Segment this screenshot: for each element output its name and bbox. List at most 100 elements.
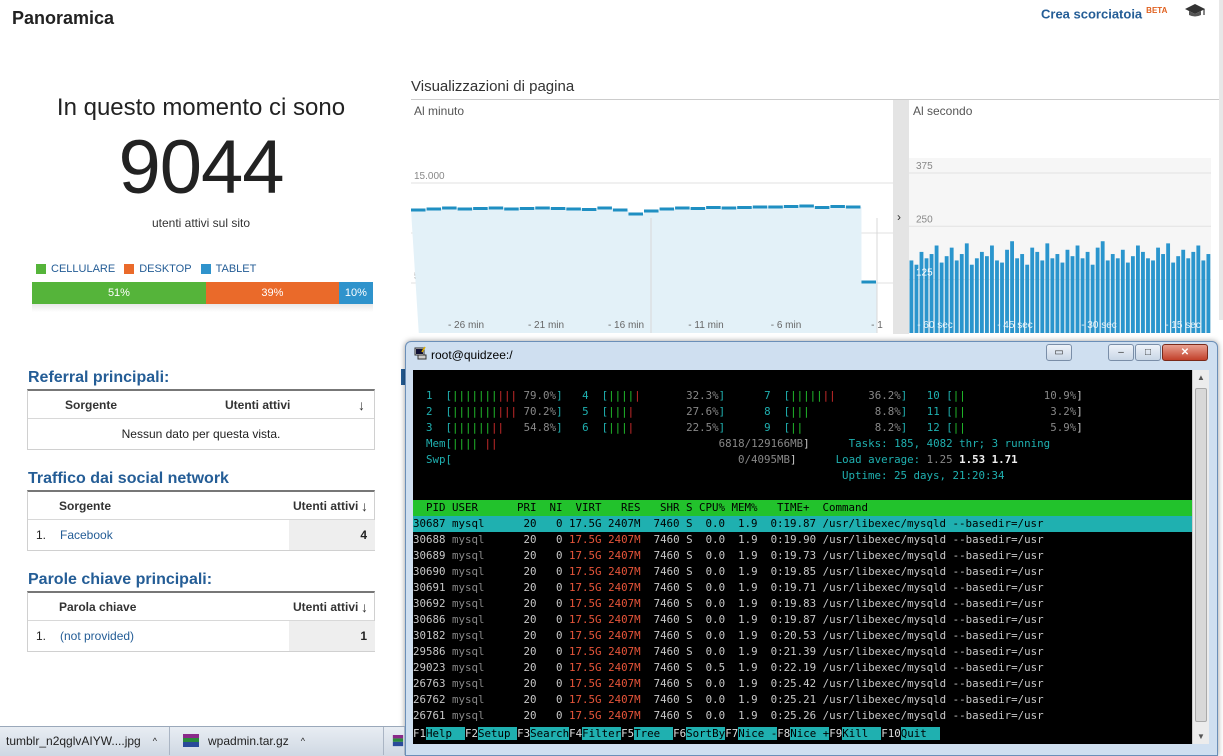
table-row: 1. Facebook 4 — [28, 520, 375, 550]
archive-icon — [392, 735, 404, 747]
process-row: 30689 mysql 20 0 17.5G 2407M 7460 S 0.0 … — [413, 549, 1044, 562]
chart-divider — [411, 99, 1219, 100]
second-bar — [1201, 260, 1206, 333]
second-bar — [1206, 254, 1211, 333]
second-bar — [1125, 262, 1130, 333]
x-tick-label: - 45 sec — [997, 320, 1033, 331]
second-bar — [1035, 251, 1040, 333]
x-tick-label: - 16 min — [608, 320, 644, 331]
swap-meter: Swp[ 0/4095MB] Load average: 1.25 1.53 1… — [413, 453, 1018, 466]
process-row: 30692 mysql 20 0 17.5G 2407M 7460 S 0.0 … — [413, 597, 1044, 610]
process-row: 30687 mysql 20 0 17.5G 2407M 7460 S 0.0 … — [413, 516, 1192, 532]
per-second-label: Al secondo — [913, 104, 973, 118]
scroll-down-icon[interactable]: ▼ — [1197, 732, 1205, 741]
second-bar — [1136, 245, 1140, 333]
x-tick-label: - 1 — [871, 320, 883, 331]
second-bar — [964, 243, 969, 333]
memory-meter: Mem[|||| || 6818/129166MB] Tasks: 185, 4… — [413, 437, 1051, 450]
y-tick-label: 125 — [916, 268, 933, 279]
terminal-scrollbar[interactable]: ▲ ▼ — [1192, 370, 1209, 744]
row-value: 4 — [289, 520, 375, 550]
graduation-cap-icon[interactable] — [1184, 2, 1206, 20]
second-bar — [985, 256, 989, 333]
second-bar — [979, 251, 984, 333]
realtime-heading: In questo momento ci sono — [56, 94, 346, 121]
per-minute-label: Al minuto — [414, 104, 465, 118]
second-bar — [1045, 243, 1050, 333]
process-row: 30182 mysql 20 0 17.5G 2407M 7460 S 0.0 … — [413, 629, 1044, 642]
process-row: 30690 mysql 20 0 17.5G 2407M 7460 S 0.0 … — [413, 565, 1044, 578]
x-tick-label: - 11 min — [688, 320, 723, 331]
table-header: Sorgente Utenti attivi ↓ — [28, 391, 374, 419]
create-shortcut-link[interactable]: Crea scorciatoia BETA — [1041, 6, 1167, 21]
col-active-users: Utenti attivi — [225, 397, 291, 412]
taskbar-item-image[interactable]: tumblr_n2qglvAIYW....jpg ^ — [0, 727, 170, 755]
table-header: Sorgente Utenti attivi ↓ — [28, 492, 374, 520]
device-legend: CELLULARE DESKTOP TABLET — [36, 263, 256, 275]
keywords-table: Parola chiave Utenti attivi ↓ 1. (not pr… — [27, 591, 375, 652]
restore-icon[interactable]: ▭ — [1046, 344, 1072, 361]
table-row: 1. (not provided) 1 — [28, 621, 375, 651]
second-bar — [974, 258, 979, 333]
second-bar — [1141, 251, 1145, 333]
close-button[interactable]: ✕ — [1162, 344, 1208, 361]
col-active-users: Utenti attivi — [293, 599, 359, 614]
process-row: 30688 mysql 20 0 17.5G 2407M 7460 S 0.0 … — [413, 533, 1044, 546]
active-users-count: 9044 — [118, 125, 284, 210]
putty-icon — [414, 346, 427, 360]
col-keyword: Parola chiave — [59, 599, 137, 614]
social-table: Sorgente Utenti attivi ↓ 1. Facebook 4 — [27, 490, 375, 551]
plot-background — [909, 158, 1211, 333]
chevron-up-icon[interactable]: ^ — [301, 736, 305, 746]
y-tick-label: 15.000 — [414, 171, 445, 182]
share-bar-shadow — [32, 304, 373, 312]
create-shortcut-label: Crea scorciatoia — [1041, 6, 1143, 22]
scroll-thumb[interactable] — [1195, 388, 1207, 722]
legend-item-tablet: TABLET — [200, 263, 256, 275]
x-tick-label: - 60 sec — [917, 320, 953, 331]
sort-arrow-icon[interactable]: ↓ — [358, 391, 365, 418]
scroll-up-icon[interactable]: ▲ — [1197, 373, 1205, 382]
second-bar — [1055, 254, 1060, 333]
col-source: Sorgente — [59, 498, 112, 513]
share-segment-desktop: 39% — [205, 282, 339, 304]
pageviews-chart-title: Visualizzazioni di pagina — [411, 78, 575, 95]
share-segment-mobile: 51% — [32, 282, 206, 304]
second-bar — [1060, 262, 1065, 333]
second-bar — [1070, 256, 1075, 333]
terminal-screen[interactable]: 1 [|||||||||| 79.0%] 4 [||||| 32.3%] 7 [… — [413, 370, 1192, 744]
cpu-meter-row: 1 [|||||||||| 79.0%] 4 [||||| 32.3%] 7 [… — [413, 389, 1083, 402]
not-provided-link[interactable]: (not provided) — [60, 621, 134, 651]
referral-table: Sorgente Utenti attivi ↓ Nessun dato per… — [27, 389, 375, 450]
chevron-right-icon[interactable]: › — [897, 210, 901, 224]
active-users-subtitle: utenti attivi sul sito — [151, 216, 251, 230]
panel-divider — [893, 100, 909, 334]
sort-arrow-icon[interactable]: ↓ — [361, 492, 368, 519]
facebook-link[interactable]: Facebook — [60, 520, 113, 550]
sort-arrow-icon[interactable]: ↓ — [361, 593, 368, 620]
legend-item-desktop: DESKTOP — [124, 263, 192, 275]
minimize-button[interactable]: – — [1108, 344, 1134, 361]
second-bar — [1151, 260, 1155, 333]
taskbar-item-label: tumblr_n2qglvAIYW....jpg — [6, 734, 141, 748]
process-row: 26763 mysql 20 0 17.5G 2407M 7460 S 0.0 … — [413, 677, 1044, 690]
second-bar — [954, 260, 959, 333]
taskbar-item-archive-2[interactable] — [386, 727, 405, 755]
page-scrollbar[interactable] — [1219, 0, 1223, 320]
maximize-button[interactable]: □ — [1135, 344, 1161, 361]
per-minute-chart: 15.00010.0005.000- 26 min- 21 min- 16 mi… — [411, 171, 893, 333]
social-title: Traffico dai social network — [28, 470, 229, 487]
chevron-up-icon[interactable]: ^ — [153, 736, 157, 746]
x-tick-label: - 15 sec — [1165, 320, 1201, 331]
keywords-title: Parole chiave principali: — [28, 571, 213, 588]
per-second-chart: 375 250 125 - 60 sec - 45 sec - 30 sec - 15 se… — [909, 158, 1211, 333]
process-header: PID USER PRI NI VIRT RES SHR S CPU% MEM%… — [413, 500, 1192, 516]
device-share-bar: 51% 39% 10% — [32, 282, 373, 304]
area-fill — [411, 206, 877, 333]
empty-message: Nessun dato per questa vista. — [121, 427, 281, 441]
function-key-bar[interactable]: F1Help F2Setup F3SearchF4FilterF5Tree F6… — [413, 726, 940, 742]
row-value: 1 — [289, 621, 375, 651]
taskbar-item-archive[interactable]: wpadmin.tar.gz ^ — [176, 727, 384, 755]
taskbar-item-label: wpadmin.tar.gz — [208, 734, 289, 748]
second-bar — [909, 260, 914, 333]
